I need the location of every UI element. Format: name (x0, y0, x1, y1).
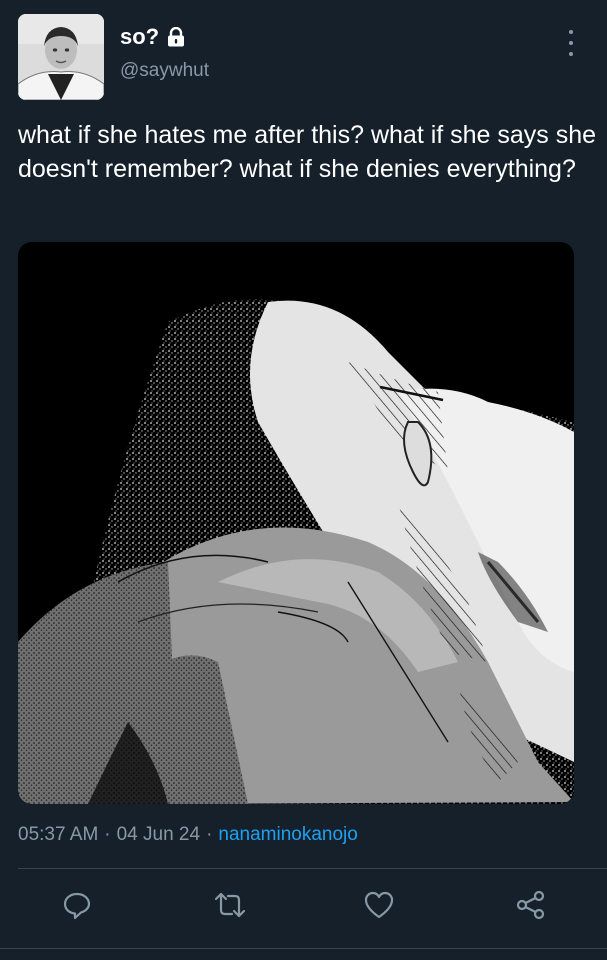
like-button[interactable] (362, 888, 396, 922)
retweet-button[interactable] (213, 888, 247, 922)
tweet-text: what if she hates me after this? what if… (18, 121, 597, 183)
handle[interactable]: @saywhut (120, 60, 209, 82)
lock-icon (167, 26, 185, 47)
more-options-icon[interactable] (564, 30, 578, 56)
tweet-date: 04 Jun 24 (116, 824, 201, 845)
display-name-text: so? (120, 24, 160, 49)
tweet-time: 05:37 AM (18, 824, 99, 845)
meta-separator: · (104, 824, 111, 845)
tweet-meta: 05:37 AM · 04 Jun 24 · nanaminokanojo (18, 824, 358, 846)
meta-separator: · (206, 824, 213, 845)
display-name[interactable]: so? (120, 24, 185, 50)
heart-icon (364, 891, 394, 919)
tweet-source-link[interactable]: nanaminokanojo (218, 824, 357, 846)
share-icon (516, 890, 545, 920)
tweet-image[interactable] (18, 242, 574, 804)
avatar[interactable] (18, 14, 104, 100)
share-button[interactable] (514, 888, 548, 922)
action-bar (0, 888, 607, 928)
retweet-icon (214, 892, 246, 918)
reply-icon (63, 892, 91, 920)
divider (0, 948, 607, 949)
reply-button[interactable] (60, 888, 94, 922)
divider (18, 868, 607, 869)
tweet: so? @saywhut what if she hates me after … (0, 0, 607, 960)
